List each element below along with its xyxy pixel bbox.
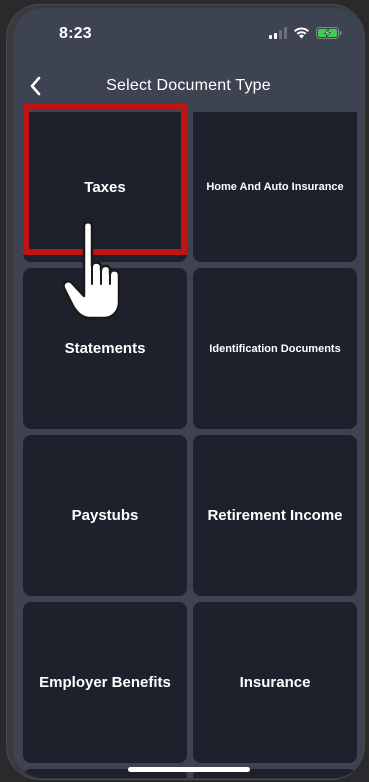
document-type-tile-paystubs[interactable]: Paystubs <box>23 435 187 596</box>
status-time: 8:23 <box>59 25 92 42</box>
document-type-tile-identification-documents[interactable]: Identification Documents <box>193 268 357 429</box>
document-type-tile-home-auto-insurance[interactable]: Home And Auto Insurance <box>193 112 357 262</box>
device-frame: 8:23 Select Document Type Taxes Home And… <box>0 0 369 782</box>
home-indicator <box>128 767 250 772</box>
document-type-grid: Taxes Home And Auto Insurance Statements… <box>23 112 358 778</box>
app-screen: 8:23 Select Document Type Taxes Home And… <box>13 8 364 778</box>
document-type-tile-statements[interactable]: Statements <box>23 268 187 429</box>
status-bar: 8:23 <box>13 8 364 64</box>
nav-header: Select Document Type <box>13 64 364 112</box>
document-type-tile-employer-benefits[interactable]: Employer Benefits <box>23 602 187 763</box>
document-type-tile-insurance[interactable]: Insurance <box>193 602 357 763</box>
status-icons <box>269 27 342 39</box>
battery-charging-icon <box>316 27 342 39</box>
page-title: Select Document Type <box>106 77 271 94</box>
document-type-tile-retirement-income[interactable]: Retirement Income <box>193 435 357 596</box>
document-type-tile-taxes[interactable]: Taxes <box>23 112 187 262</box>
wifi-icon <box>294 27 309 39</box>
cellular-signal-icon <box>269 27 287 39</box>
